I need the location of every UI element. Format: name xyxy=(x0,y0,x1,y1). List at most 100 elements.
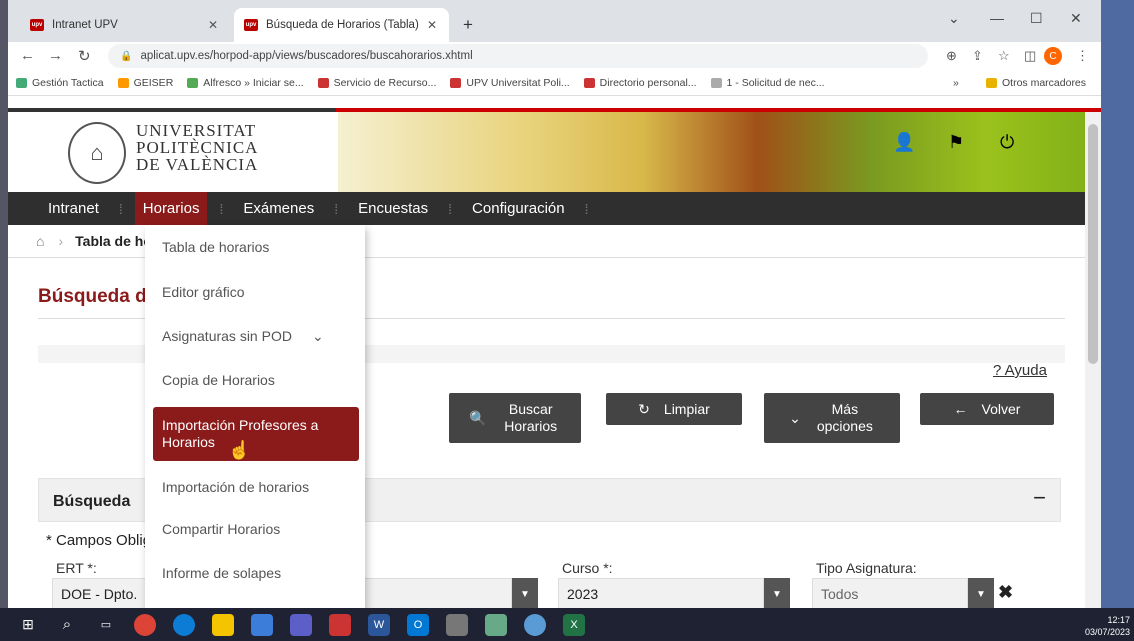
menu-item-informe-solapes[interactable]: Informe de solapes xyxy=(153,561,359,585)
search-icon[interactable]: ⌕ xyxy=(56,614,78,636)
tab-search-icon[interactable]: ⌄ xyxy=(948,10,960,27)
tab-busqueda-horarios[interactable]: upv Búsqueda de Horarios (Tabla) ✕ xyxy=(234,8,449,42)
desktop-left-edge xyxy=(0,0,8,608)
menu-item-tabla-horarios[interactable]: Tabla de horarios xyxy=(153,235,359,259)
close-window-icon[interactable]: ✕ xyxy=(1070,10,1082,27)
bookmark-item[interactable]: Servicio de Recurso... xyxy=(317,77,436,89)
chevron-down-icon[interactable]: ▼ xyxy=(968,578,994,608)
menu-item-copia-horarios[interactable]: Copia de Horarios xyxy=(153,368,359,392)
bookmark-label: GEISER xyxy=(133,76,174,89)
menu-item-compartir-horarios[interactable]: Compartir Horarios xyxy=(153,517,359,541)
page-scrollbar[interactable] xyxy=(1085,112,1101,608)
calculator-icon[interactable] xyxy=(485,613,507,636)
mas-label: Más opciones xyxy=(816,401,873,434)
sidepanel-icon[interactable]: ◫ xyxy=(1024,48,1036,64)
scrollbar-thumb[interactable] xyxy=(1088,124,1098,364)
profile-avatar[interactable]: C xyxy=(1044,47,1062,65)
windows-start-icon[interactable]: ⊞ xyxy=(17,614,39,636)
new-tab-button[interactable]: + xyxy=(453,8,483,42)
teams-icon[interactable] xyxy=(290,613,312,636)
help-link[interactable]: ? Ayuda xyxy=(993,362,1047,379)
browser-window: upv Intranet UPV ✕ upv Búsqueda de Horar… xyxy=(8,0,1101,608)
language-flag-icon[interactable]: ⚑ xyxy=(948,132,964,153)
volver-label: Volver xyxy=(981,400,1021,417)
app-icon[interactable] xyxy=(446,613,468,636)
curso-select[interactable]: 2023 xyxy=(558,578,764,608)
bookmarks-more-icon[interactable]: » xyxy=(953,77,959,89)
bookmark-item[interactable]: GEISER xyxy=(117,76,174,89)
clear-x-icon[interactable]: ✖ xyxy=(998,582,1013,603)
bookmark-star-icon[interactable]: ☆ xyxy=(998,48,1010,64)
upv-favicon-icon: upv xyxy=(244,19,258,31)
buscar-horarios-button[interactable]: 🔍 Buscar Horarios xyxy=(449,393,581,443)
mas-opciones-button[interactable]: ⌄ Más opciones xyxy=(764,393,900,443)
bookmark-label: UPV Universitat Poli... xyxy=(466,76,570,89)
edge-icon[interactable] xyxy=(173,613,195,636)
maximize-icon[interactable]: ☐ xyxy=(1030,10,1043,27)
clock-time: 12:17 xyxy=(1107,615,1130,625)
bookmark-item[interactable]: Alfresco » Iniciar se... xyxy=(187,77,304,89)
buscar-label: Buscar Horarios xyxy=(504,401,558,434)
limpiar-button[interactable]: ↻ Limpiar xyxy=(606,393,742,425)
app-icon[interactable] xyxy=(524,613,546,636)
home-icon[interactable]: ⌂ xyxy=(36,233,44,249)
power-icon[interactable]: ⏻ xyxy=(1000,132,1014,153)
upv-seal-logo[interactable]: ⌂ xyxy=(68,122,126,184)
university-name[interactable]: UNIVERSITAT POLITÈCNICA DE VALÈNCIA xyxy=(136,122,258,173)
minimize-icon[interactable]: — xyxy=(990,10,1004,26)
nav-configuracion[interactable]: Configuración xyxy=(464,192,573,225)
reload-icon[interactable]: ↻ xyxy=(78,47,91,65)
url-input[interactable]: 🔒 aplicat.upv.es/horpod-app/views/buscad… xyxy=(108,44,928,68)
panel-title: Búsqueda xyxy=(53,493,131,510)
close-tab-icon[interactable]: ✕ xyxy=(427,18,437,32)
nav-horarios[interactable]: Horarios xyxy=(134,192,208,225)
bookmark-item[interactable]: Directorio personal... xyxy=(583,77,697,89)
chrome-icon[interactable] xyxy=(134,613,156,636)
outlook-icon[interactable]: O xyxy=(407,613,429,636)
menu-item-editor-grafico[interactable]: Editor gráfico xyxy=(153,280,359,304)
bookmark-label: 1 - Solicitud de nec... xyxy=(726,76,825,89)
bookmark-favicon-icon xyxy=(187,77,199,88)
taskbar-clock[interactable]: 12:17 03/07/2023 xyxy=(1085,614,1130,638)
nav-separator: ⁞ xyxy=(219,200,224,217)
word-icon[interactable]: W xyxy=(368,613,390,636)
bookmark-item[interactable]: Gestión Tactica xyxy=(16,77,104,89)
app-icon[interactable] xyxy=(329,613,351,636)
chevron-down-icon[interactable]: ▼ xyxy=(512,578,538,608)
nav-intranet[interactable]: Intranet xyxy=(40,192,107,225)
refresh-icon: ↻ xyxy=(638,400,650,417)
chevron-down-icon: ⌄ xyxy=(789,409,801,426)
breadcrumb-chevron-icon: › xyxy=(58,233,64,249)
nav-examenes[interactable]: Exámenes xyxy=(235,192,322,225)
close-tab-icon[interactable]: ✕ xyxy=(208,18,218,32)
forward-icon[interactable]: → xyxy=(48,47,63,64)
menu-item-importacion-horarios[interactable]: Importación de horarios xyxy=(153,475,359,499)
chevron-down-icon[interactable]: ▼ xyxy=(764,578,790,608)
url-text: aplicat.upv.es/horpod-app/views/buscador… xyxy=(140,50,473,62)
share-icon[interactable]: ⇪ xyxy=(972,48,983,64)
menu-icon[interactable]: ⋮ xyxy=(1076,48,1089,64)
task-view-icon[interactable]: ▭ xyxy=(95,614,117,636)
bookmarks-bar: Gestión Tactica GEISER Alfresco » Iniciar … xyxy=(8,70,1101,96)
tab-intranet[interactable]: upv Intranet UPV ✕ xyxy=(20,8,230,42)
address-bar-row: ← → ↻ 🔒 aplicat.upv.es/horpod-app/views/… xyxy=(8,42,1101,70)
nav-encuestas[interactable]: Encuestas xyxy=(350,192,436,225)
collapse-icon[interactable]: − xyxy=(1033,485,1046,511)
file-explorer-icon[interactable] xyxy=(212,613,234,636)
other-bookmarks[interactable]: Otros marcadores xyxy=(986,77,1086,89)
tab-label: Intranet UPV xyxy=(52,19,118,31)
tipo-asignatura-select[interactable]: Todos xyxy=(812,578,968,608)
menu-item-asignaturas-sin-pod[interactable]: Asignaturas sin POD ⌄ xyxy=(153,324,359,348)
menu-item-importacion-profesores[interactable]: Importación Profesores a Horarios xyxy=(153,407,359,461)
user-icon[interactable]: 👤 xyxy=(893,132,915,153)
zoom-icon[interactable]: ⊕ xyxy=(946,48,957,64)
tab-label: Búsqueda de Horarios (Tabla) xyxy=(266,19,419,31)
back-icon[interactable]: ← xyxy=(20,47,35,64)
app-icon[interactable] xyxy=(251,613,273,636)
bookmark-item[interactable]: UPV Universitat Poli... xyxy=(450,76,570,89)
bookmark-item[interactable]: 1 - Solicitud de nec... xyxy=(710,76,825,89)
excel-icon[interactable]: X xyxy=(563,613,585,636)
limpiar-label: Limpiar xyxy=(663,400,710,417)
site-header: ⌂ UNIVERSITAT POLITÈCNICA DE VALÈNCIA 👤 … xyxy=(8,112,1101,192)
volver-button[interactable]: ← Volver xyxy=(920,393,1054,425)
